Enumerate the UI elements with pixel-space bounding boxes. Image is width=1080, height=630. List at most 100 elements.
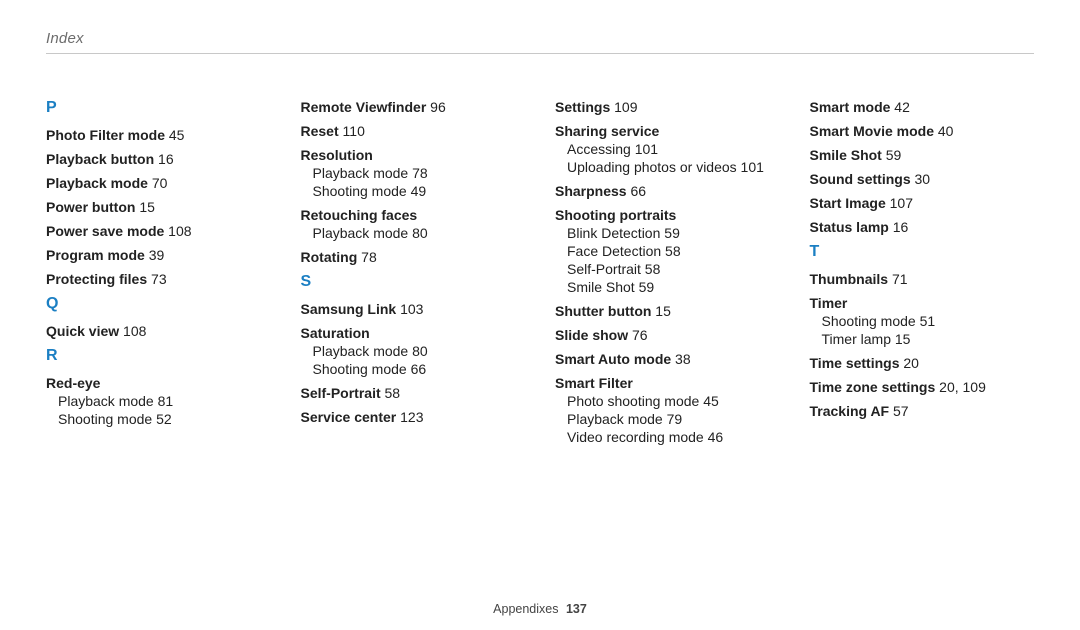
index-entry: Smart mode 42 xyxy=(810,100,1035,114)
index-entry: Smile Shot 59 xyxy=(810,148,1035,162)
index-subentry: Shooting mode 51 xyxy=(822,314,1035,328)
index-page-ref: 38 xyxy=(671,351,690,367)
index-topic: Slide show xyxy=(555,327,628,343)
index-page-ref: 108 xyxy=(119,323,146,339)
index-entry: Remote Viewfinder 96 xyxy=(301,100,526,114)
index-entry: Start Image 107 xyxy=(810,196,1035,210)
index-letter-heading: P xyxy=(46,100,271,116)
index-topic: Quick view xyxy=(46,323,119,339)
index-topic: Thumbnails xyxy=(810,271,889,287)
index-entry: Program mode 39 xyxy=(46,248,271,262)
index-page-ref: 51 xyxy=(916,313,935,329)
index-page-ref: 20 xyxy=(900,355,919,371)
index-page-ref: 58 xyxy=(641,261,660,277)
index-subentry: Shooting mode 66 xyxy=(313,362,526,376)
index-entry: Status lamp 16 xyxy=(810,220,1035,234)
index-subentry: Accessing 101 xyxy=(567,142,780,156)
index-subentry-label: Shooting mode xyxy=(822,313,916,329)
index-topic: Timer xyxy=(810,295,848,311)
index-page-ref: 59 xyxy=(660,225,679,241)
index-topic: Smart Auto mode xyxy=(555,351,671,367)
index-entry: Self-Portrait 58 xyxy=(301,386,526,400)
footer-page-number: 137 xyxy=(566,602,587,616)
index-subentry-label: Face Detection xyxy=(567,243,661,259)
index-subentry: Playback mode 78 xyxy=(313,166,526,180)
index-entry: Shutter button 15 xyxy=(555,304,780,318)
index-page-ref: 16 xyxy=(154,151,173,167)
index-subentry: Playback mode 79 xyxy=(567,412,780,426)
index-page-ref: 42 xyxy=(890,99,909,115)
index-subentry: Playback mode 80 xyxy=(313,344,526,358)
index-entry: Sharing serviceAccessing 101Uploading ph… xyxy=(555,124,780,174)
index-page-ref: 80 xyxy=(408,225,427,241)
index-topic: Smart Filter xyxy=(555,375,633,391)
index-entry: Service center 123 xyxy=(301,410,526,424)
index-entry: Sound settings 30 xyxy=(810,172,1035,186)
index-topic: Time settings xyxy=(810,355,900,371)
index-subentry: Face Detection 58 xyxy=(567,244,780,258)
index-page-ref: 80 xyxy=(408,343,427,359)
index-topic: Settings xyxy=(555,99,610,115)
page-header-title: Index xyxy=(46,30,1034,54)
index-entry: Thumbnails 71 xyxy=(810,272,1035,286)
index-topic: Shutter button xyxy=(555,303,651,319)
index-entry: Shooting portraits Blink Detection 59 Face… xyxy=(555,208,780,294)
index-subentry-label: Video recording mode xyxy=(567,429,704,445)
index-subentry-label: Photo shooting mode xyxy=(567,393,699,409)
index-page-ref: 108 xyxy=(164,223,191,239)
index-letter-heading: S xyxy=(301,274,526,290)
index-topic: Smart Movie mode xyxy=(810,123,934,139)
index-page-ref: 73 xyxy=(147,271,166,287)
index-entry: Smart Filter Photo shooting mode 45 Playba… xyxy=(555,376,780,444)
index-entry: Smart Auto mode 38 xyxy=(555,352,780,366)
index-entry: Time settings 20 xyxy=(810,356,1035,370)
index-page-ref: 123 xyxy=(396,409,423,425)
index-topic: Power button xyxy=(46,199,135,215)
index-page-ref: 39 xyxy=(145,247,164,263)
index-subentry-label: Shooting mode xyxy=(58,411,152,427)
index-page-ref: 76 xyxy=(628,327,647,343)
index-page-ref: 40 xyxy=(934,123,953,139)
index-topic: Power save mode xyxy=(46,223,164,239)
index-page-ref: 46 xyxy=(704,429,723,445)
index-subentry: Uploading photos or videos 101 xyxy=(567,160,780,174)
index-subentry-label: Playback mode xyxy=(313,343,409,359)
index-page-ref: 101 xyxy=(737,159,764,175)
index-subentry: Playback mode 80 xyxy=(313,226,526,240)
index-subentry: Photo shooting mode 45 xyxy=(567,394,780,408)
index-entry: Quick view 108 xyxy=(46,324,271,338)
index-subentry-label: Accessing xyxy=(567,141,631,157)
index-topic: Red-eye xyxy=(46,375,100,391)
index-topic: Photo Filter mode xyxy=(46,127,165,143)
index-letter-heading: R xyxy=(46,348,271,364)
index-page-ref: 45 xyxy=(165,127,184,143)
index-subentry-label: Shooting mode xyxy=(313,361,407,377)
index-page-ref: 101 xyxy=(631,141,658,157)
index-subentry-label: Blink Detection xyxy=(567,225,660,241)
index-letter-heading: T xyxy=(810,244,1035,260)
index-subentry-label: Playback mode xyxy=(313,225,409,241)
index-columns: PPhoto Filter mode 45Playback button 16P… xyxy=(46,100,1034,454)
index-page-ref: 45 xyxy=(699,393,718,409)
index-page-ref: 70 xyxy=(148,175,167,191)
index-page-ref: 79 xyxy=(663,411,682,427)
index-topic: Reset xyxy=(301,123,339,139)
index-column: Settings 109Sharing serviceAccessing 101… xyxy=(555,100,780,454)
index-topic: Shooting portraits xyxy=(555,207,676,223)
index-topic: Playback mode xyxy=(46,175,148,191)
index-entry: TimerShooting mode 51Timer lamp 15 xyxy=(810,296,1035,346)
index-entry: Tracking AF 57 xyxy=(810,404,1035,418)
index-page-ref: 49 xyxy=(407,183,426,199)
index-page-ref: 96 xyxy=(426,99,445,115)
index-page-ref: 30 xyxy=(911,171,930,187)
index-topic: Time zone settings xyxy=(810,379,936,395)
index-subentry: Shooting mode 52 xyxy=(58,412,271,426)
index-entry: Sharpness 66 xyxy=(555,184,780,198)
index-subentry: Self-Portrait 58 xyxy=(567,262,780,276)
index-entry: SaturationPlayback mode 80Shooting mode … xyxy=(301,326,526,376)
index-subentry-label: Playback mode xyxy=(567,411,663,427)
index-subentry: Shooting mode 49 xyxy=(313,184,526,198)
index-page-ref: 59 xyxy=(635,279,654,295)
index-entry: Power save mode 108 xyxy=(46,224,271,238)
index-entry: Samsung Link 103 xyxy=(301,302,526,316)
